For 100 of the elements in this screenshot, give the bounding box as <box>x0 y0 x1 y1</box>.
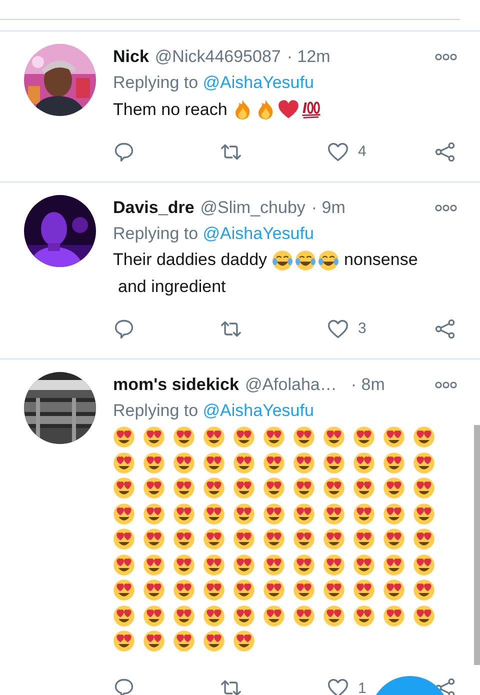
heart-eyes-face-icon <box>353 452 375 474</box>
heart-eyes-face-icon <box>293 528 315 550</box>
heart-outline-icon[interactable] <box>327 140 349 163</box>
heart-eyes-face-icon <box>353 477 375 500</box>
more-icon[interactable] <box>435 53 457 61</box>
like-count: 1 <box>358 680 366 695</box>
heart-eyes-face-icon <box>143 554 165 576</box>
heart-eyes-face-icon <box>203 630 225 652</box>
more-icon[interactable] <box>435 380 457 389</box>
user-handle[interactable]: @Nick44695087 <box>154 47 281 67</box>
heart-eyes-face-icon <box>413 604 435 627</box>
heart-eyes-face-icon <box>233 452 255 474</box>
heart-eyes-face-icon <box>263 579 285 602</box>
replying-to-text: Replying to @AishaYesufu <box>113 400 315 422</box>
heart-eyes-face-icon <box>383 604 405 627</box>
timestamp[interactable]: · 9m <box>311 198 346 218</box>
share-icon[interactable] <box>434 140 456 163</box>
heart-eyes-face-icon <box>323 528 345 550</box>
heart-eyes-face-icon <box>323 554 345 576</box>
heart-eyes-face-icon <box>293 554 315 576</box>
scrollbar-thumb[interactable] <box>474 425 480 665</box>
mention-link[interactable]: @AishaYesufu <box>202 73 314 92</box>
heart-eyes-face-icon <box>173 579 195 602</box>
heart-eyes-face-icon <box>173 554 195 576</box>
reply-icon[interactable] <box>113 677 135 695</box>
heart-eyes-face-icon <box>413 502 435 525</box>
heart-eyes-face-icon <box>323 452 345 474</box>
heart-eyes-face-icon <box>383 426 405 448</box>
heart-eyes-face-icon <box>323 579 345 602</box>
heart-eyes-face-icon <box>383 528 405 550</box>
like-count: 4 <box>358 143 366 160</box>
heart-eyes-face-icon <box>323 502 345 525</box>
heart-eyes-face-icon <box>383 477 405 500</box>
heart-eyes-face-icon <box>203 452 225 474</box>
timestamp[interactable]: · 8m <box>350 374 385 395</box>
heart-eyes-face-icon <box>413 579 435 602</box>
heart-eyes-face-icon <box>143 630 165 652</box>
heart-eyes-face-icon <box>113 579 135 602</box>
heart-eyes-face-icon <box>263 554 285 576</box>
heart-eyes-face-icon <box>173 630 195 652</box>
mention-link[interactable]: @AishaYesufu <box>202 224 314 243</box>
tweet-text: Their daddies daddy <box>113 249 268 272</box>
heart-eyes-face-icon <box>383 579 405 602</box>
laughing-face-icon <box>318 250 340 271</box>
heart-eyes-face-icon <box>143 502 165 525</box>
mention-link[interactable]: @AishaYesufu <box>202 400 314 420</box>
heart-eyes-face-icon <box>143 528 165 550</box>
heart-eyes-face-icon <box>143 604 165 627</box>
tweet-text: Them no reach <box>113 98 228 121</box>
heart-eyes-face-icon <box>203 604 225 627</box>
heart-eyes-face-icon <box>173 604 195 627</box>
share-icon[interactable] <box>434 318 456 340</box>
timestamp[interactable]: · 12m <box>286 47 330 67</box>
heart-eyes-face-icon <box>353 579 375 602</box>
user-name[interactable]: Davis_dre <box>113 198 194 218</box>
heart-eyes-face-icon <box>293 579 315 602</box>
heart-eyes-face-icon <box>293 502 315 525</box>
user-handle[interactable]: @Slim_chuby <box>200 198 306 218</box>
heart-eyes-face-icon <box>263 502 285 525</box>
reply-icon[interactable] <box>113 318 135 340</box>
heart-eyes-face-icon <box>173 452 195 474</box>
heart-eyes-face-icon <box>353 554 375 576</box>
tweet-text: and ingredient <box>118 276 226 298</box>
heart-eyes-face-icon <box>413 528 435 550</box>
replying-to-text: Replying to @AishaYesufu <box>113 72 315 94</box>
heart-eyes-face-icon <box>383 452 405 474</box>
user-name[interactable]: Nick <box>113 47 149 67</box>
reply-icon[interactable] <box>113 140 135 163</box>
heart-eyes-face-icon <box>353 604 375 627</box>
heart-eyes-face-icon <box>143 452 165 474</box>
heart-eyes-face-icon <box>173 528 195 550</box>
heart-eyes-face-icon <box>143 477 165 500</box>
heart-eyes-face-icon <box>233 426 255 448</box>
heart-outline-icon[interactable] <box>327 318 349 340</box>
more-icon[interactable] <box>435 204 457 212</box>
user-name[interactable]: mom's sidekick <box>113 374 239 395</box>
heart-eyes-face-icon <box>263 452 285 474</box>
heart-eyes-face-icon <box>293 604 315 627</box>
heart-eyes-face-icon <box>203 477 225 500</box>
heart-eyes-face-icon <box>293 426 315 448</box>
heart-icon <box>278 99 300 120</box>
laughing-face-icon <box>295 250 316 271</box>
heart-eyes-face-icon <box>113 604 135 627</box>
laughing-face-icon <box>272 250 294 271</box>
heart-outline-icon[interactable] <box>327 677 349 695</box>
heart-eyes-face-icon <box>113 426 135 448</box>
replying-to-text: Replying to @AishaYesufu <box>113 222 315 245</box>
heart-eyes-face-icon <box>413 426 435 448</box>
heart-eyes-face-icon <box>353 528 375 550</box>
heart-eyes-face-icon <box>203 528 225 550</box>
share-icon[interactable] <box>434 677 456 695</box>
heart-eyes-face-icon <box>323 604 345 627</box>
tweet-text: nonsense <box>344 249 418 272</box>
heart-eyes-face-icon <box>383 554 405 576</box>
heart-eyes-face-icon <box>143 579 165 602</box>
user-handle[interactable]: @Afolaha… <box>244 374 337 395</box>
heart-eyes-face-icon <box>233 528 255 550</box>
like-count: 3 <box>358 320 366 338</box>
heart-eyes-face-icon <box>173 426 195 448</box>
heart-eyes-face-icon <box>203 502 225 525</box>
